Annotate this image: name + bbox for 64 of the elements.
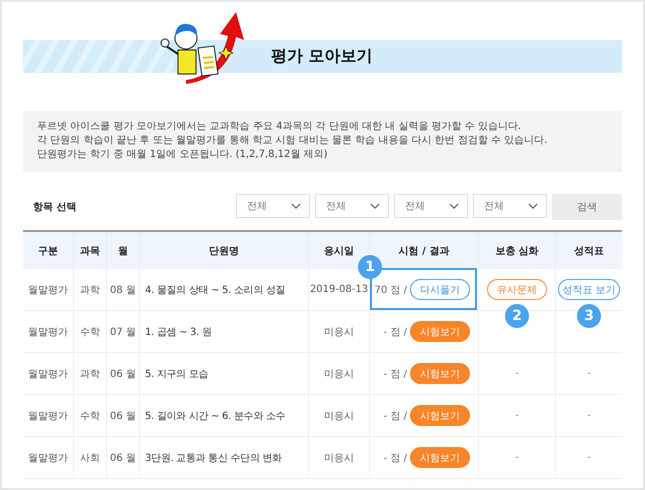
table-cell: 월말평가 [23, 394, 74, 436]
empty-mark: - [587, 410, 591, 421]
column-header: 구분 [23, 231, 74, 269]
empty-mark: - [515, 410, 519, 421]
similar-problems-button[interactable]: 유사문제 [487, 279, 547, 300]
search-button[interactable]: 검색 [552, 194, 622, 220]
table-cell: 수학 [74, 394, 106, 436]
start-test-button[interactable]: 시험보기 [410, 363, 470, 384]
column-header: 과목 [74, 231, 106, 269]
table-cell: 4. 물질의 상태 ~ 5. 소리의 성질 [140, 269, 308, 310]
score-text: - 점 / [384, 368, 407, 380]
notice-text: 푸르넷 아이스쿨 평가 모아보기에서는 교과학습 주요 4과목의 각 단원에 대한 내 실력을 평가할 수 있습니다. [37, 120, 522, 134]
table-cell: 수학 [74, 310, 106, 352]
filter-dropdown[interactable]: 전체 [236, 194, 310, 218]
score-text: - 점 / [384, 452, 407, 464]
table-cell: 과학 [74, 269, 106, 310]
table-cell: 월말평가 [23, 310, 74, 352]
table-cell: 07 월 [106, 310, 140, 352]
table-cell: 미응시 [308, 310, 370, 352]
table-cell: 3단원. 교통과 통신 수단의 변화 [140, 436, 308, 478]
column-header: 월 [106, 231, 140, 269]
table-cell: 1. 곱셈 ~ 3. 원 [140, 310, 308, 352]
callout-badge: 3 [577, 304, 601, 328]
table-cell: 미응시 [308, 352, 370, 394]
notice-text: 단원평가는 학기 중 매월 1일에 오픈됩니다. (1,2,7,8,12월 제외) [37, 148, 328, 162]
table-cell: 월말평가 [23, 436, 74, 478]
column-header: 보충 심화 [478, 231, 556, 269]
empty-mark: - [515, 368, 519, 379]
empty-mark: - [587, 452, 591, 463]
report-card-button[interactable]: 성적표 보기 [558, 279, 620, 300]
filter-dropdown[interactable]: 전체 [315, 194, 389, 218]
table-cell: 월말평가 [23, 352, 74, 394]
callout-badge: 2 [505, 304, 529, 328]
chevron-down-icon [291, 202, 301, 210]
table-cell: 06 월 [106, 394, 140, 436]
table-cell: 5. 길이와 시간 ~ 6. 분수와 소수 [140, 394, 308, 436]
retry-button[interactable]: 다시풀기 [410, 279, 470, 300]
notice-text: 각 단원의 학습이 끝난 후 또는 월말평가를 통해 학교 시험 대비는 물론 학습 내용을 다시 한번 점검할 수 있습니다. [37, 134, 548, 148]
chevron-down-icon [370, 202, 380, 210]
table-cell: 미응시 [308, 436, 370, 478]
chevron-down-icon [528, 202, 538, 210]
table-cell: 06 월 [106, 352, 140, 394]
empty-mark: - [587, 368, 591, 379]
page-title: 평가 모아보기 [271, 46, 373, 67]
table-cell: 과학 [74, 352, 106, 394]
column-header: 성적표 [556, 231, 622, 269]
start-test-button[interactable]: 시험보기 [410, 405, 470, 426]
table-cell: 06 월 [106, 436, 140, 478]
column-header: 단원명 [140, 231, 308, 269]
chevron-down-icon [449, 202, 459, 210]
table-cell: 월말평가 [23, 269, 74, 310]
table-cell: 미응시 [308, 394, 370, 436]
start-test-button[interactable]: 시험보기 [410, 321, 470, 342]
filter-dropdown[interactable]: 전체 [473, 194, 547, 218]
empty-mark: - [515, 452, 519, 463]
score-text: - 점 / [384, 410, 407, 422]
table-cell: 5. 지구의 모습 [140, 352, 308, 394]
score-text: - 점 / [384, 326, 407, 338]
filter-label: 항목 선택 [33, 201, 76, 214]
filter-dropdown[interactable]: 전체 [394, 194, 468, 218]
table-cell: 08 월 [106, 269, 140, 310]
score-text: 70 점 / [374, 284, 407, 296]
start-test-button[interactable]: 시험보기 [410, 447, 470, 468]
table-cell: 사회 [74, 436, 106, 478]
